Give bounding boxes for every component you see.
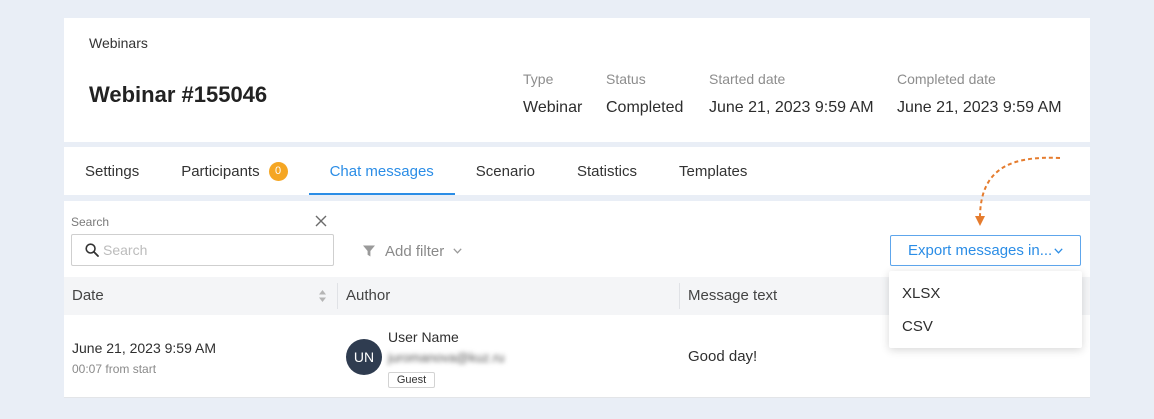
column-header-author: Author bbox=[346, 287, 391, 304]
tab-label: Settings bbox=[85, 162, 140, 180]
tab-label: Chat messages bbox=[329, 162, 434, 180]
search-input[interactable] bbox=[103, 235, 328, 265]
meta-completed-date: Completed date June 21, 2023 9:59 AM bbox=[897, 70, 1062, 118]
column-header-date[interactable]: Date bbox=[72, 277, 104, 315]
export-format-menu: XLSX CSV bbox=[889, 271, 1082, 348]
add-filter-button[interactable]: Add filter bbox=[363, 239, 462, 263]
meta-label: Status bbox=[606, 71, 646, 87]
tab-label: Scenario bbox=[475, 162, 535, 180]
meta-label: Started date bbox=[709, 71, 786, 87]
chevron-down-icon bbox=[453, 248, 462, 254]
tab-label: Participants bbox=[181, 162, 260, 180]
role-badge: Guest bbox=[388, 372, 435, 388]
tab-settings[interactable]: Settings bbox=[64, 147, 160, 195]
tab-chat-messages[interactable]: Chat messages bbox=[308, 147, 456, 195]
meta-value: Webinar bbox=[523, 99, 583, 116]
search-icon bbox=[85, 243, 99, 257]
message-date: June 21, 2023 9:59 AM bbox=[72, 340, 216, 356]
sort-icon[interactable] bbox=[318, 289, 327, 303]
menu-item-xlsx[interactable]: XLSX bbox=[889, 277, 1082, 310]
page-title: Webinar #155046 bbox=[89, 82, 268, 107]
meta-label: Completed date bbox=[897, 71, 996, 87]
meta-type: Type Webinar bbox=[523, 70, 582, 118]
meta-label: Type bbox=[523, 71, 554, 87]
export-messages-dropdown[interactable]: Export messages in... bbox=[890, 235, 1081, 266]
chat-messages-panel: Search Add filter Export messages in... … bbox=[64, 201, 1090, 398]
participants-count-badge: 0 bbox=[268, 161, 288, 181]
chevron-down-icon bbox=[1054, 247, 1063, 254]
meta-value: June 21, 2023 9:59 AM bbox=[709, 99, 874, 116]
tab-participants[interactable]: Participants 0 bbox=[160, 147, 308, 195]
tab-label: Statistics bbox=[577, 162, 638, 180]
breadcrumb-webinars[interactable]: Webinars bbox=[89, 34, 148, 52]
column-divider[interactable] bbox=[679, 283, 680, 309]
author-email: juromanova@kuz.ru bbox=[388, 350, 505, 365]
message-time-offset: 00:07 from start bbox=[72, 362, 157, 376]
search-label: Search bbox=[71, 215, 110, 229]
meta-value: June 21, 2023 9:59 AM bbox=[897, 99, 1062, 116]
add-filter-label: Add filter bbox=[385, 242, 445, 260]
meta-value: Completed bbox=[606, 99, 684, 116]
tab-templates[interactable]: Templates bbox=[658, 147, 768, 195]
column-header-message-text: Message text bbox=[688, 287, 778, 304]
tab-scenario[interactable]: Scenario bbox=[455, 147, 556, 195]
webinar-header: Webinars Webinar #155046 Type Webinar St… bbox=[64, 18, 1090, 142]
message-text: Good day! bbox=[688, 348, 758, 365]
tab-statistics[interactable]: Statistics bbox=[556, 147, 658, 195]
search-field[interactable] bbox=[71, 234, 334, 266]
author-name: User Name bbox=[388, 329, 459, 345]
close-icon[interactable] bbox=[315, 215, 327, 227]
menu-item-csv[interactable]: CSV bbox=[889, 310, 1082, 343]
avatar: UN bbox=[346, 339, 382, 375]
funnel-icon bbox=[363, 245, 375, 257]
meta-status: Status Completed bbox=[606, 70, 683, 118]
column-divider[interactable] bbox=[337, 283, 338, 309]
tab-label: Templates bbox=[679, 162, 748, 180]
export-button-label: Export messages in... bbox=[908, 242, 1053, 259]
meta-started-date: Started date June 21, 2023 9:59 AM bbox=[709, 70, 874, 118]
tab-bar: Settings Participants 0 Chat messages Sc… bbox=[64, 147, 1090, 195]
